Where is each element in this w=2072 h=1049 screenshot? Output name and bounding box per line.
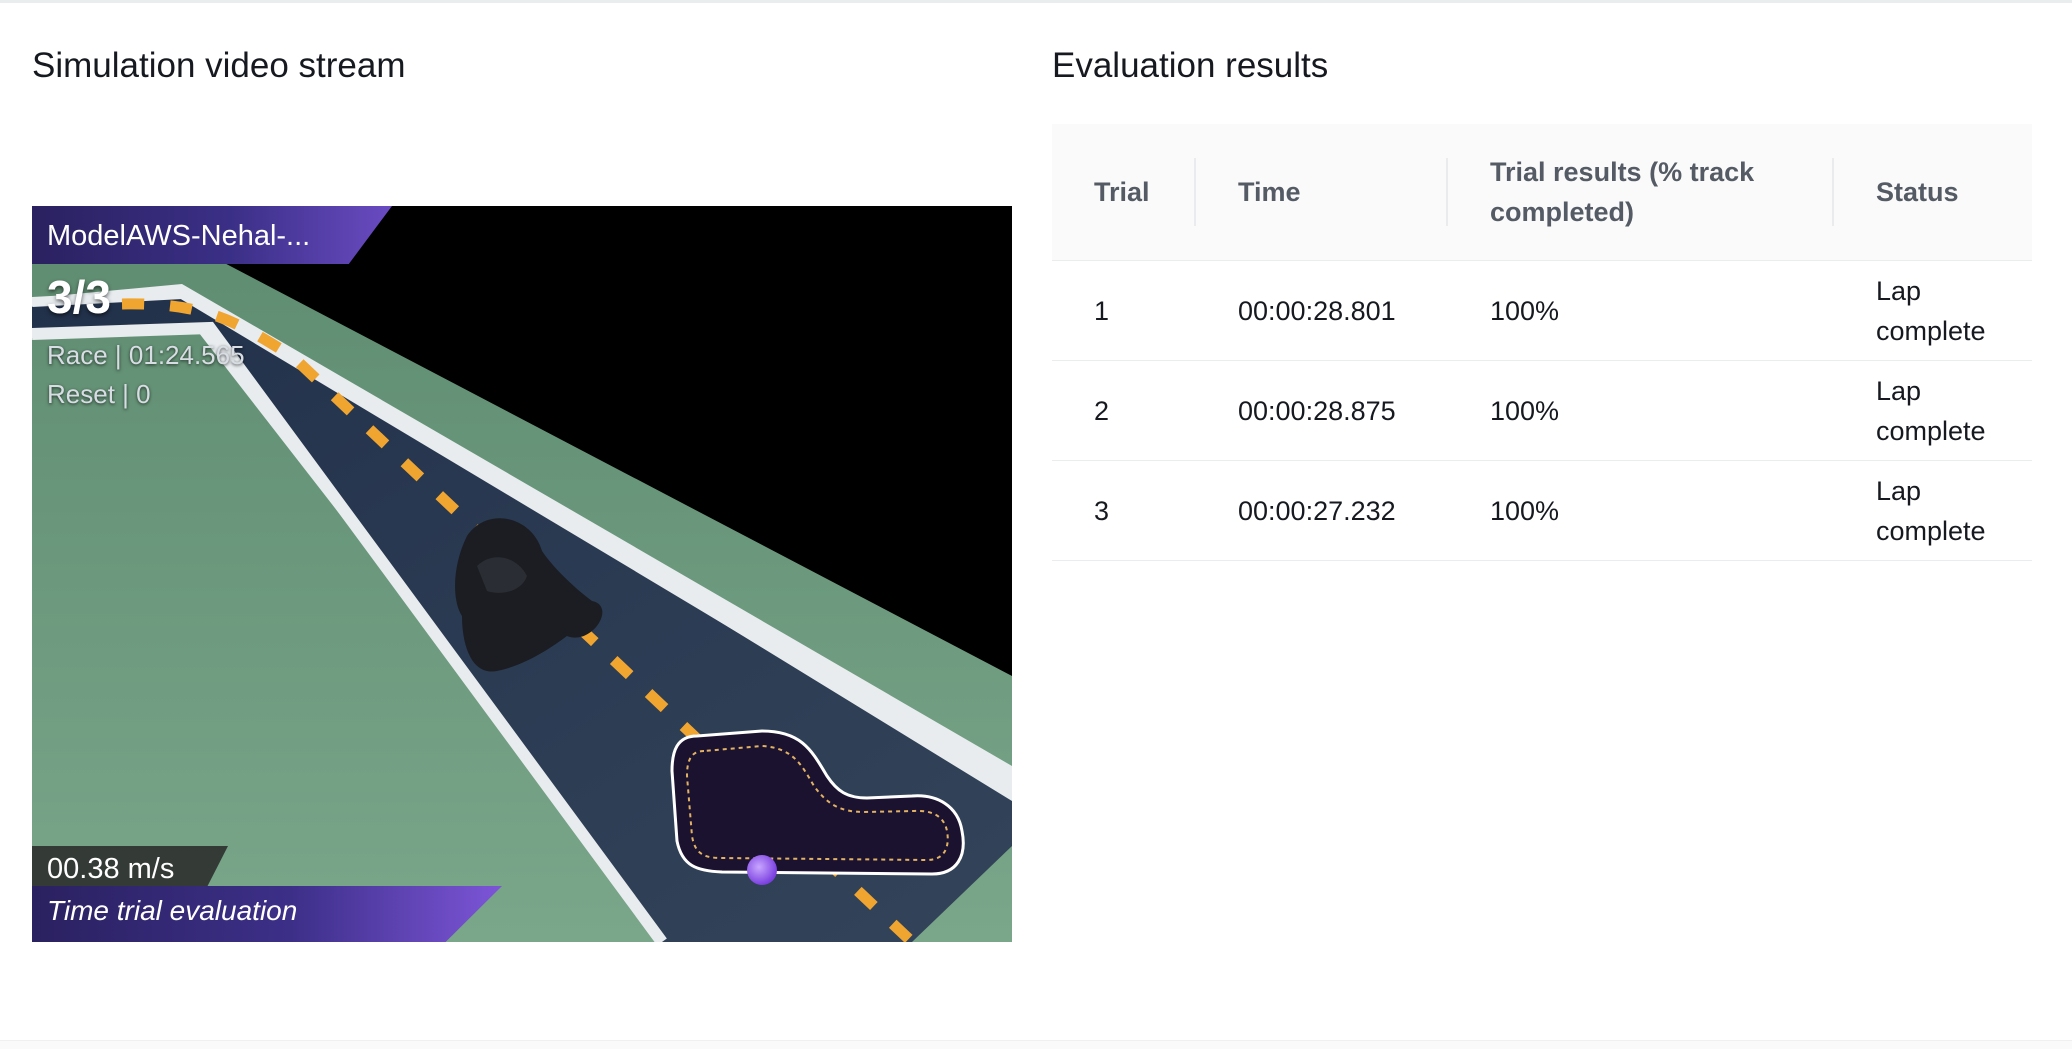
column-header-status: Status [1834,124,2032,261]
top-divider [0,0,2072,3]
speed-readout: 00.38 m/s [47,853,175,885]
race-time: Race | 01:24.565 [47,340,245,370]
trial-cell: 1 [1052,260,1196,361]
result-cell: 100% [1448,360,1834,461]
status-cell: Lap complete [1834,360,2032,461]
time-cell: 00:00:28.875 [1196,360,1448,461]
column-header-label: Trial [1094,177,1150,207]
model-name: ModelAWS-Nehal-... [47,220,311,252]
column-header-label: Status [1876,177,1959,207]
evaluation-mode-label: Time trial evaluation [47,895,298,926]
simulation-scene [32,206,1012,942]
trial-cell: 3 [1052,460,1196,561]
time-cell: 00:00:27.232 [1196,460,1448,561]
evaluation-results-title: Evaluation results [1052,46,1329,85]
column-header-trial-results: Trial results (% track completed) [1448,124,1834,261]
column-header-time: Time [1196,124,1448,261]
video-stream-title: Simulation video stream [32,46,406,85]
reset-count: Reset | 0 [47,379,151,409]
table-row: 1 00:00:28.801 100% Lap complete [1052,260,2032,361]
status-cell: Lap complete [1834,260,2032,361]
result-cell: 100% [1448,460,1834,561]
result-cell: 100% [1448,260,1834,361]
status-cell: Lap complete [1834,460,2032,561]
lap-counter: 3/3 [47,271,111,323]
column-header-label: Time [1238,177,1301,207]
table-row: 2 00:00:28.875 100% Lap complete [1052,360,2032,461]
time-cell: 00:00:28.801 [1196,260,1448,361]
evaluation-results-table: Trial Time Trial results (% track comple… [1052,124,2032,561]
column-header-trial: Trial [1052,124,1196,261]
table-row: 3 00:00:27.232 100% Lap complete [1052,460,2032,561]
simulation-video-stream: ModelAWS-Nehal-... 3/3 Race | 01:24.565 … [32,206,1012,942]
table-header-row: Trial Time Trial results (% track comple… [1052,124,2032,261]
trial-cell: 2 [1052,360,1196,461]
column-header-label: Trial results (% track completed) [1490,157,1755,227]
